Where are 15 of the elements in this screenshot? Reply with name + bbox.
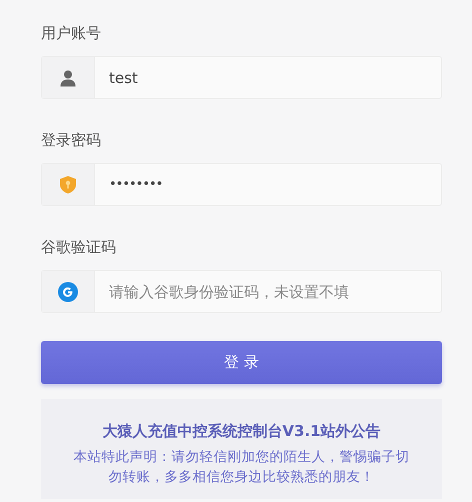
field-label: 用户账号 bbox=[41, 23, 101, 44]
text-input[interactable]: test bbox=[95, 57, 441, 98]
google-icon bbox=[58, 282, 78, 302]
login-button[interactable]: 登 录 bbox=[41, 341, 442, 384]
notice-title: 大猿人充值中控系统控制台V3.1站外公告 bbox=[101, 421, 382, 441]
field-label: 谷歌验证码 bbox=[41, 237, 116, 258]
text-input[interactable]: •••••••• bbox=[95, 164, 441, 205]
shield-icon bbox=[59, 175, 77, 194]
user-field[interactable]: test bbox=[41, 56, 442, 99]
text-input[interactable]: 请输入谷歌身份验证码，未设置不填 bbox=[95, 271, 441, 312]
google-field[interactable]: 请输入谷歌身份验证码，未设置不填 bbox=[41, 270, 442, 313]
user-icon bbox=[59, 68, 77, 86]
field-label: 登录密码 bbox=[41, 130, 101, 151]
notice-text: 本站特此声明：请勿轻信刚加您的陌生人，警惕骗子切勿转账，多多相信您身边比较熟悉的朋友！ bbox=[72, 448, 410, 487]
password-field[interactable]: •••••••• bbox=[41, 163, 442, 206]
